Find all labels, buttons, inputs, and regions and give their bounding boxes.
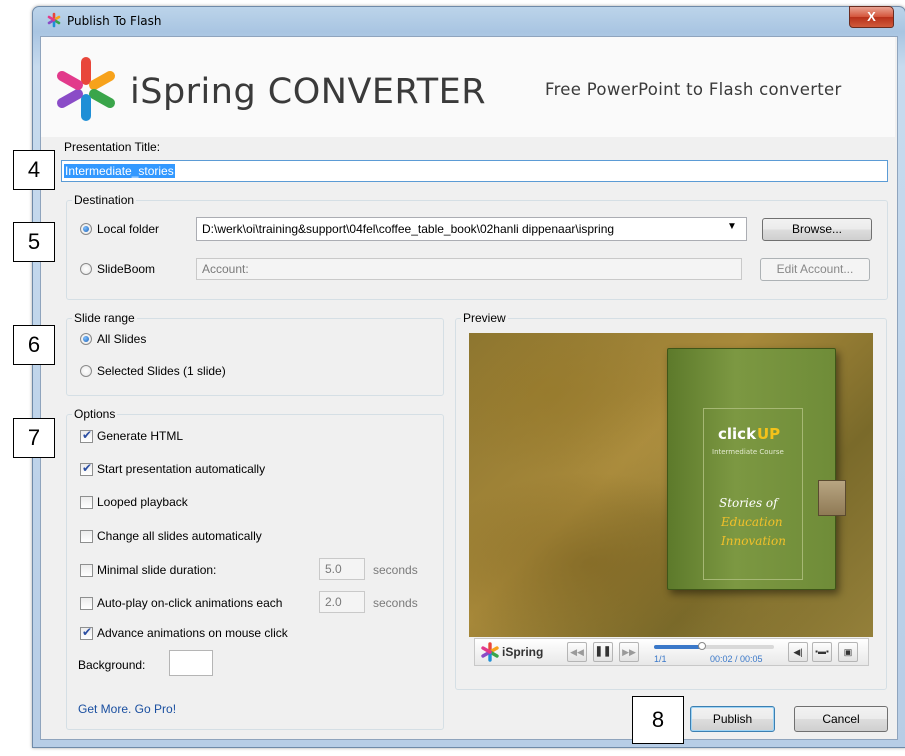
fullscreen-icon[interactable]: ▣ [838,642,858,662]
options-group-label: Options [72,407,118,421]
generate-html-label: Generate HTML [97,429,184,443]
background-color-swatch[interactable] [169,650,213,676]
pause-icon[interactable]: ❚❚ [593,642,613,662]
progress-track[interactable] [654,642,774,650]
background-label: Background: [78,658,146,672]
chevron-down-icon[interactable]: ▼ [727,221,737,232]
advance-animations-checkbox[interactable] [80,625,93,640]
callout-7: 7 [13,418,55,458]
minimal-duration-checkbox[interactable] [80,564,93,577]
close-button[interactable]: X [849,6,894,28]
autoplay-unit: seconds [373,596,418,610]
minimal-duration-value: 5.0 [325,562,342,576]
callout-6: 6 [13,325,55,365]
autoplay-value: 2.0 [325,595,342,609]
slide-range-group [66,318,444,396]
ispring-logo-icon [57,57,115,121]
account-input[interactable]: Account: [196,258,742,280]
edit-account-button[interactable]: Edit Account... [760,258,870,281]
ispring-logo-icon [481,642,499,662]
outline-icon[interactable]: ▪▬▪ [812,642,832,662]
fast-forward-icon[interactable]: ▶▶ [619,642,639,662]
local-folder-path-value: D:\werk\oi\training&support\04fel\coffee… [202,222,615,236]
callout-8: 8 [632,696,684,744]
presentation-title-value: Intermediate_stories [64,164,175,178]
selected-slides-radio[interactable] [80,365,92,377]
preview-group-label: Preview [461,311,508,325]
looped-playback-label: Looped playback [97,495,188,509]
player-time: 00:02 / 00:05 [710,654,763,664]
destination-group-label: Destination [72,193,137,207]
book-clasp [818,480,846,516]
autoplay-checkbox[interactable] [80,597,93,610]
book-title-up: UP [757,425,781,443]
all-slides-label: All Slides [97,332,147,346]
go-pro-link[interactable]: Get More. Go Pro! [78,702,176,716]
book-line-3: Innovation [721,534,786,548]
book-line-1: Stories of [719,496,778,510]
minimal-duration-label: Minimal slide duration: [97,563,217,577]
publish-button[interactable]: Publish [690,706,775,732]
looped-playback-checkbox[interactable] [80,496,93,509]
destination-group [66,200,888,300]
presentation-title-label: Presentation Title: [64,140,161,154]
local-folder-label: Local folder [97,222,160,236]
account-placeholder: Account: [202,262,249,276]
rewind-icon[interactable]: ◀◀ [567,642,587,662]
product-tagline: Free PowerPoint to Flash converter [545,80,842,99]
start-auto-checkbox[interactable] [80,461,93,476]
local-folder-radio[interactable] [80,223,92,235]
advance-animations-label: Advance animations on mouse click [97,626,288,640]
volume-icon[interactable]: ◀| [788,642,808,662]
book-subtitle: Intermediate Course [712,448,784,456]
slide-counter: 1/1 [654,654,667,664]
ispring-app-icon [47,12,61,28]
local-folder-path-select[interactable]: D:\werk\oi\training&support\04fel\coffee… [196,217,747,241]
presentation-title-input[interactable]: Intermediate_stories [61,160,888,182]
slideboom-radio[interactable] [80,263,92,275]
window-title: Publish To Flash [67,14,162,28]
callout-4: 4 [13,150,55,190]
progress-fill [654,645,702,649]
generate-html-checkbox[interactable] [80,428,93,443]
player-brand: iSpring [502,645,544,659]
selected-slides-label: Selected Slides (1 slide) [97,364,226,378]
browse-button[interactable]: Browse... [762,218,872,241]
change-all-slides-label: Change all slides automatically [97,529,262,543]
all-slides-radio[interactable] [80,333,92,345]
autoplay-input[interactable]: 2.0 [319,591,365,613]
callout-5: 5 [13,222,55,262]
slideboom-label: SlideBoom [97,262,156,276]
start-auto-label: Start presentation automatically [97,462,266,476]
cancel-button[interactable]: Cancel [794,706,888,732]
minimal-duration-input[interactable]: 5.0 [319,558,365,580]
product-name: iSpring CONVERTER [130,72,487,112]
book-line-2: Education [721,515,783,529]
minimal-duration-unit: seconds [373,563,418,577]
change-all-slides-checkbox[interactable] [80,530,93,543]
progress-knob[interactable] [698,642,706,650]
autoplay-label: Auto-play on-click animations each [97,596,283,610]
book-title-click: click [718,425,757,443]
slide-range-group-label: Slide range [72,311,137,325]
